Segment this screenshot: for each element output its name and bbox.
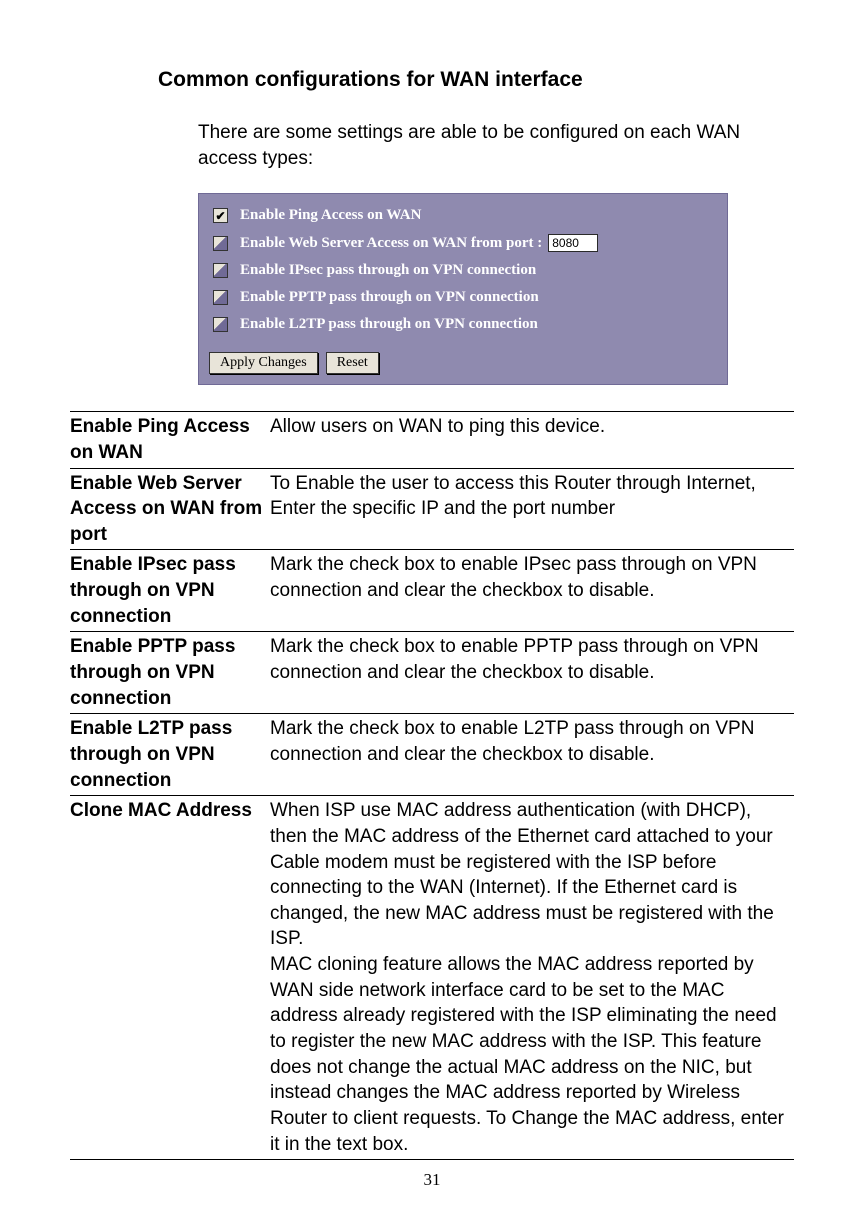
setting-row-l2tp: Enable L2TP pass through on VPN connecti… [209,311,717,338]
definition-desc-paragraph: MAC cloning feature allows the MAC addre… [270,952,790,1157]
checkbox-ipsec-icon[interactable] [213,263,228,278]
setting-row-pptp: Enable PPTP pass through on VPN connecti… [209,284,717,311]
page-number: 31 [0,1170,864,1190]
definition-term: Enable PPTP pass through on VPN connecti… [70,632,270,714]
setting-label: Enable Ping Access on WAN [240,207,421,224]
definition-desc: To Enable the user to access this Router… [270,468,794,550]
section-heading: Common configurations for WAN interface [158,68,794,92]
setting-label: Enable Web Server Access on WAN from por… [240,235,542,252]
setting-row-webserver: Enable Web Server Access on WAN from por… [209,229,717,257]
page-content: Common configurations for WAN interface … [0,0,864,1160]
table-row: Enable IPsec pass through on VPN connect… [70,550,794,632]
definition-desc: Mark the check box to enable L2TP pass t… [270,714,794,796]
settings-panel: Enable Ping Access on WAN Enable Web Ser… [198,193,728,385]
definition-desc: When ISP use MAC address authentication … [270,796,794,1160]
checkbox-webserver-icon[interactable] [213,236,228,251]
checkbox-l2tp-icon[interactable] [213,317,228,332]
setting-row-ipsec: Enable IPsec pass through on VPN connect… [209,257,717,284]
definition-desc: Mark the check box to enable PPTP pass t… [270,632,794,714]
table-row: Clone MAC Address When ISP use MAC addre… [70,796,794,1160]
setting-label: Enable PPTP pass through on VPN connecti… [240,289,539,306]
definition-desc-paragraph: When ISP use MAC address authentication … [270,798,790,952]
definition-term: Clone MAC Address [70,796,270,1160]
apply-changes-button[interactable]: Apply Changes [209,352,318,374]
table-row: Enable L2TP pass through on VPN connecti… [70,714,794,796]
definition-term: Enable L2TP pass through on VPN connecti… [70,714,270,796]
reset-button[interactable]: Reset [326,352,379,374]
panel-button-row: Apply Changes Reset [209,352,717,374]
definition-term: Enable Ping Access on WAN [70,412,270,468]
settings-panel-wrap: Enable Ping Access on WAN Enable Web Ser… [198,193,794,385]
definition-desc: Allow users on WAN to ping this device. [270,412,794,468]
checkbox-pptp-icon[interactable] [213,290,228,305]
intro-paragraph: There are some settings are able to be c… [198,120,784,171]
setting-row-ping: Enable Ping Access on WAN [209,202,717,229]
table-row: Enable Ping Access on WAN Allow users on… [70,412,794,468]
port-input[interactable] [548,234,598,252]
setting-label: Enable IPsec pass through on VPN connect… [240,262,536,279]
checkbox-ping-icon[interactable] [213,208,228,223]
definition-term: Enable IPsec pass through on VPN connect… [70,550,270,632]
definition-desc: Mark the check box to enable IPsec pass … [270,550,794,632]
definitions-table: Enable Ping Access on WAN Allow users on… [70,411,794,1160]
table-row: Enable PPTP pass through on VPN connecti… [70,632,794,714]
table-row: Enable Web Server Access on WAN from por… [70,468,794,550]
definition-term: Enable Web Server Access on WAN from por… [70,468,270,550]
setting-label: Enable L2TP pass through on VPN connecti… [240,316,538,333]
